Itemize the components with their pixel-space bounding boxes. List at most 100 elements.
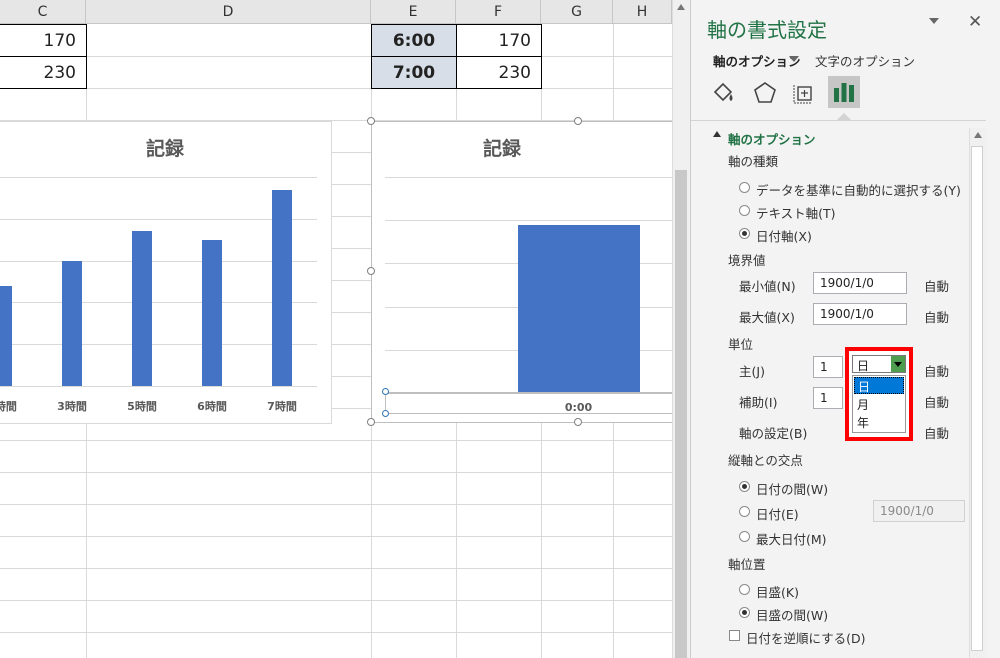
cell-f-value[interactable]: 230 xyxy=(456,56,542,89)
max-bound-input[interactable]: 1900/1/0 xyxy=(813,303,907,325)
column-header-label: F xyxy=(493,3,503,20)
bar-3[interactable] xyxy=(202,239,222,386)
plot-area: 2時間 3時間 5時間 6時間 7時間 xyxy=(0,122,331,423)
dropdown-option-year[interactable]: 年 xyxy=(857,414,869,431)
dropdown-option-month[interactable]: 月 xyxy=(857,396,869,413)
tab-axis-options[interactable]: 軸のオプション xyxy=(713,51,801,70)
resize-handle[interactable] xyxy=(367,267,375,275)
base-unit-auto[interactable]: 自動 xyxy=(924,423,949,442)
dropdown-option-day[interactable]: 日 xyxy=(854,377,904,394)
radio-between-ticks-label[interactable]: 目盛の間(W) xyxy=(756,605,828,624)
bar-chart-left[interactable]: 記録 2時間3時間5時間6時間7時間 xyxy=(0,121,332,424)
unit-dropdown[interactable]: 日 xyxy=(852,355,906,373)
minor-unit-input[interactable]: 1 xyxy=(813,387,843,409)
scroll-up-icon[interactable] xyxy=(677,4,685,10)
reverse-dates-label[interactable]: 日付を逆順にする(D) xyxy=(746,628,866,647)
column-header-g[interactable]: G xyxy=(541,0,613,24)
close-icon[interactable]: ✕ xyxy=(968,12,982,32)
radio-at-date[interactable] xyxy=(739,506,750,517)
effects-icon[interactable] xyxy=(752,80,778,110)
gridline xyxy=(0,632,672,633)
fill-line-icon[interactable] xyxy=(711,80,737,110)
bar-0[interactable] xyxy=(517,224,640,393)
radio-text-axis-label[interactable]: テキスト軸(T) xyxy=(756,203,836,222)
column-header-e[interactable]: E xyxy=(371,0,456,24)
column-header-f[interactable]: F xyxy=(456,0,541,24)
axis-options-icon[interactable] xyxy=(828,76,860,108)
resize-handle[interactable] xyxy=(367,418,375,426)
major-unit-auto[interactable]: 自動 xyxy=(924,361,949,380)
minor-unit-auto[interactable]: 自動 xyxy=(924,392,949,411)
x-tick-label: 2時間 xyxy=(0,400,17,413)
chart-gridline xyxy=(385,220,672,222)
column-header-c[interactable]: C xyxy=(0,0,86,24)
radio-date-axis[interactable] xyxy=(739,228,750,239)
resize-handle[interactable] xyxy=(574,418,582,426)
axis-type-label: 軸の種類 xyxy=(728,154,779,169)
major-unit-input[interactable]: 1 xyxy=(813,356,843,378)
radio-date-axis-label[interactable]: 日付軸(X) xyxy=(756,226,812,245)
radio-auto-axis-label[interactable]: データを基準に自動的に選択する(Y) xyxy=(756,180,961,199)
radio-text-axis[interactable] xyxy=(739,205,750,216)
scroll-thumb[interactable] xyxy=(675,170,687,658)
resize-handle[interactable] xyxy=(574,117,582,125)
cross-date-input[interactable]: 1900/1/0 xyxy=(873,500,965,522)
pane-scrollbar[interactable] xyxy=(969,128,986,658)
gridline xyxy=(0,440,672,441)
chevron-down-icon[interactable] xyxy=(789,56,799,62)
unit-dropdown-highlight: 日 日 月 年 xyxy=(845,347,913,441)
radio-max-date-label[interactable]: 最大日付(M) xyxy=(756,529,827,548)
gridline xyxy=(0,536,672,537)
cell-f-value[interactable]: 170 xyxy=(456,24,542,57)
radio-max-date[interactable] xyxy=(739,531,750,542)
chart-gridline xyxy=(0,386,317,387)
cell-c-value[interactable]: 230 xyxy=(0,56,87,89)
cell-c-value[interactable]: 170 xyxy=(0,24,87,57)
min-bound-auto[interactable]: 自動 xyxy=(924,276,949,295)
radio-on-tick[interactable] xyxy=(739,584,750,595)
reverse-dates-checkbox[interactable] xyxy=(729,630,740,641)
column-header-label: H xyxy=(636,3,648,20)
column-header-d[interactable]: D xyxy=(86,0,371,24)
worksheet[interactable]: C D E F G H 170 230 6:00 7:00 170 230 記録… xyxy=(0,0,672,658)
bar-chart-right[interactable]: 記録 0:00 xyxy=(371,121,672,423)
radio-between-dates-label[interactable]: 日付の間(W) xyxy=(756,479,828,498)
axis-handle[interactable] xyxy=(382,410,389,417)
min-bound-input[interactable]: 1900/1/0 xyxy=(813,272,907,294)
pane-title: 軸の書式設定 xyxy=(707,18,827,42)
bar-4[interactable] xyxy=(272,189,292,386)
radio-between-ticks[interactable] xyxy=(739,607,750,618)
cell-e-time[interactable]: 6:00 xyxy=(371,24,457,57)
size-properties-icon[interactable] xyxy=(791,80,817,110)
column-header-label: E xyxy=(408,3,418,20)
vertical-scrollbar[interactable] xyxy=(672,0,690,658)
radio-at-date-label[interactable]: 日付(E) xyxy=(756,504,799,523)
max-bound-auto[interactable]: 自動 xyxy=(924,307,949,326)
axis-handle[interactable] xyxy=(382,388,389,395)
base-unit-label: 軸の設定(B) xyxy=(739,426,808,441)
scroll-thumb[interactable] xyxy=(971,146,983,651)
resize-handle[interactable] xyxy=(367,117,375,125)
collapse-icon[interactable] xyxy=(713,131,721,137)
cell-e-time[interactable]: 7:00 xyxy=(371,56,457,89)
axis-selection-box[interactable] xyxy=(385,392,672,414)
radio-auto-axis[interactable] xyxy=(739,182,750,193)
x-tick-label: 6時間 xyxy=(197,400,227,413)
bounds-label: 境界値 xyxy=(728,253,766,268)
scroll-up-icon[interactable] xyxy=(974,132,982,138)
radio-on-tick-label[interactable]: 目盛(K) xyxy=(756,582,799,601)
pane-options-icon[interactable] xyxy=(929,18,939,24)
tab-text-options[interactable]: 文字のオプション xyxy=(815,51,915,70)
chart-gridline xyxy=(0,344,317,346)
column-header-label: D xyxy=(222,3,234,20)
major-unit-label: 主(J) xyxy=(739,364,765,379)
dropdown-arrow-button[interactable] xyxy=(891,356,905,372)
tab-pointer xyxy=(837,113,851,120)
bar-0[interactable] xyxy=(0,285,12,386)
radio-between-dates[interactable] xyxy=(739,481,750,492)
bar-1[interactable] xyxy=(62,260,82,386)
bar-2[interactable] xyxy=(132,231,152,386)
section-axis-options[interactable]: 軸のオプション xyxy=(728,129,816,148)
chart-gridline xyxy=(0,218,317,220)
column-header-h[interactable]: H xyxy=(613,0,672,24)
